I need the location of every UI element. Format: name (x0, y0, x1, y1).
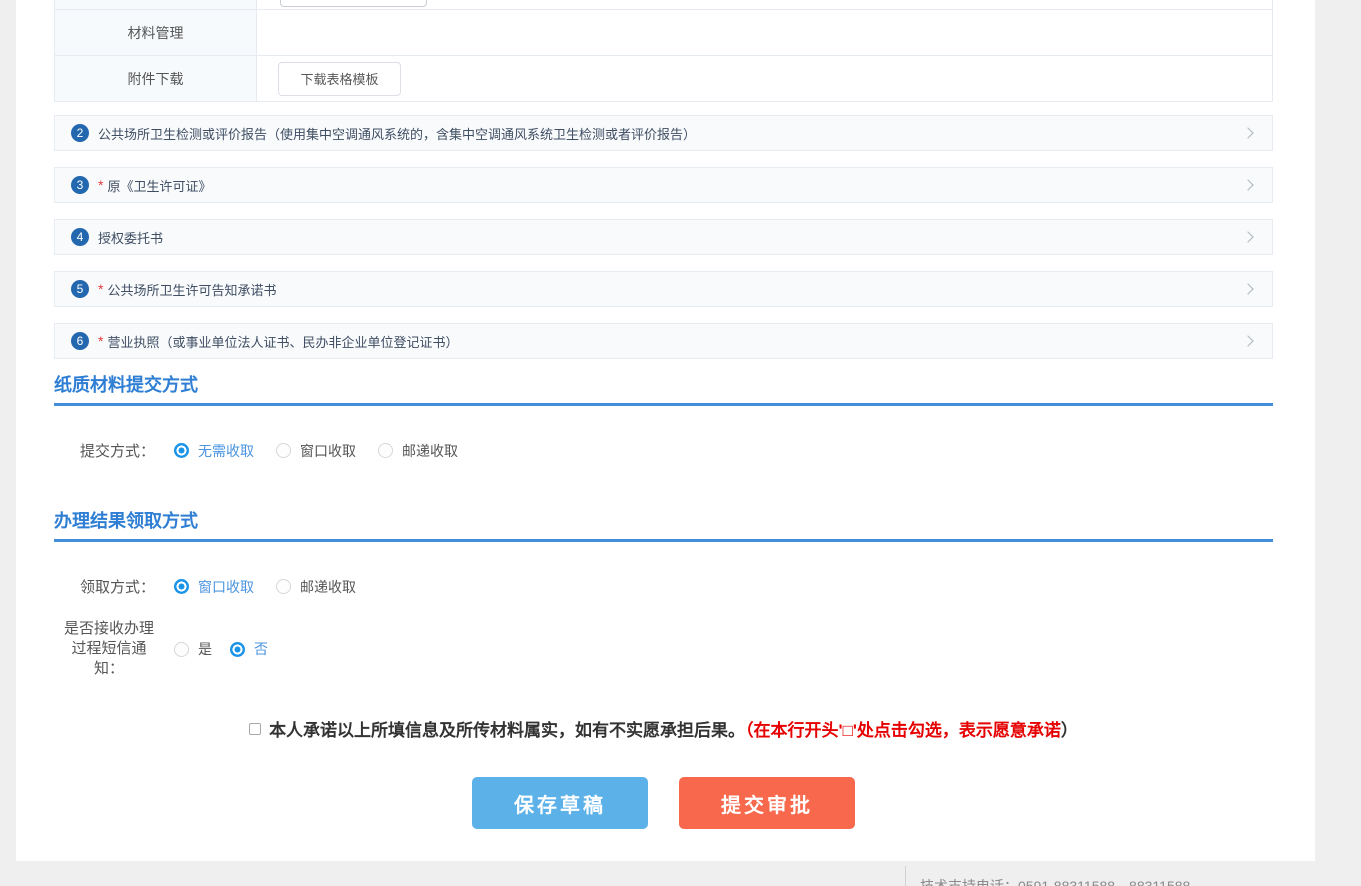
download-template-button[interactable]: 下载表格模板 (278, 62, 401, 96)
radio-option[interactable]: 窗口收取 (174, 577, 254, 597)
accordion-list: 2 公共场所卫生检测或评价报告（使用集中空调通风系统的，含集中空调通风系统卫生检测… (54, 115, 1273, 359)
attachment-download-label: 附件下载 (55, 56, 257, 101)
sms-notify-label: 是否接收办理过程短信通知： (54, 619, 164, 679)
form-content: 材料管理 附件下载 下载表格模板 2 公共场所卫生检测或评价报告（使用集中空调通风… (54, 0, 1273, 829)
item-number-badge: 6 (71, 332, 89, 350)
chevron-right-icon (1242, 283, 1253, 294)
accordion-item[interactable]: 2 公共场所卫生检测或评价报告（使用集中空调通风系统的，含集中空调通风系统卫生检测… (54, 115, 1273, 151)
radio-icon[interactable] (174, 642, 189, 657)
required-asterisk: * (98, 281, 103, 297)
item-number-badge: 5 (71, 280, 89, 298)
radio-option[interactable]: 无需收取 (174, 441, 254, 461)
radio-icon[interactable] (174, 443, 189, 458)
accordion-item[interactable]: 4 授权委托书 (54, 219, 1273, 255)
accordion-item-label: 公共场所卫生检测或评价报告（使用集中空调通风系统的，含集中空调通风系统卫生检测或… (98, 124, 696, 143)
radio-option-label: 是 (198, 639, 212, 659)
radio-icon[interactable] (276, 443, 291, 458)
receive-method-label: 领取方式： (54, 576, 155, 597)
radio-option-label: 否 (254, 639, 268, 659)
accordion-item-label: 原《卫生许可证》 (107, 176, 211, 195)
item-number-badge: 2 (71, 124, 89, 142)
radio-option[interactable]: 窗口收取 (276, 441, 356, 461)
paper-section-title: 纸质材料提交方式 (54, 376, 1273, 395)
form-card: 材料管理 附件下载 下载表格模板 2 公共场所卫生检测或评价报告（使用集中空调通风… (16, 0, 1315, 861)
submit-method-options: 无需收取 窗口收取 邮递收取 (174, 441, 480, 461)
sms-label-line: 知： (54, 659, 164, 679)
accordion-item[interactable]: 5 *公共场所卫生许可告知承诺书 (54, 271, 1273, 307)
sms-options: 是否 (174, 639, 286, 659)
table-row: 附件下载 下载表格模板 (55, 56, 1272, 102)
sms-label-line: 是否接收办理 (54, 619, 164, 639)
save-draft-button[interactable]: 保存草稿 (472, 777, 648, 829)
commitment-checkbox[interactable] (249, 723, 261, 735)
action-buttons: 保存草稿 提交审批 (54, 777, 1273, 829)
commitment-warning: （在本行开头'□'处点击勾选，表示愿意承诺 (745, 721, 1061, 740)
required-asterisk: * (98, 333, 103, 349)
radio-icon[interactable] (230, 642, 245, 657)
chevron-right-icon (1242, 335, 1253, 346)
commitment-closing-paren: ） (1061, 721, 1078, 740)
radio-icon[interactable] (174, 579, 189, 594)
radio-option-label: 邮递收取 (300, 577, 356, 597)
commitment-text: 本人承诺以上所填信息及所传材料属实，如有不实愿承担后果。（在本行开头'□'处点击… (269, 716, 1078, 741)
result-section-header: 办理结果领取方式 (54, 512, 1273, 542)
material-table: 材料管理 附件下载 下载表格模板 (54, 0, 1273, 102)
accordion-item-label: 授权委托书 (98, 228, 163, 247)
required-asterisk: * (98, 177, 103, 193)
item-number-badge: 3 (71, 176, 89, 194)
material-manage-label: 材料管理 (55, 10, 257, 55)
radio-option-label: 窗口收取 (198, 577, 254, 597)
table-value-cell (257, 0, 1272, 9)
sms-notify-row: 是否接收办理过程短信通知： 是否 (54, 619, 1273, 679)
radio-option-label: 邮递收取 (402, 441, 458, 461)
radio-option[interactable]: 邮递收取 (276, 577, 356, 597)
clipped-input[interactable] (280, 0, 427, 7)
commitment-row: 本人承诺以上所填信息及所传材料属实，如有不实愿承担后果。（在本行开头'□'处点击… (54, 716, 1273, 741)
item-number-badge: 4 (71, 228, 89, 246)
radio-option[interactable]: 邮递收取 (378, 441, 458, 461)
accordion-item[interactable]: 3 *原《卫生许可证》 (54, 167, 1273, 203)
radio-icon[interactable] (378, 443, 393, 458)
receive-method-options: 窗口收取 邮递收取 (174, 577, 378, 597)
submit-method-row: 提交方式： 无需收取 窗口收取 邮递收取 (54, 440, 1273, 461)
radio-option[interactable]: 否 (230, 639, 268, 659)
chevron-right-icon (1242, 231, 1253, 242)
footer-divider (905, 866, 906, 886)
sms-label-line: 过程短信通 (54, 639, 164, 659)
accordion-item[interactable]: 6 *营业执照（或事业单位法人证书、民办非企业单位登记证书） (54, 323, 1273, 359)
table-row-clipped (55, 0, 1272, 10)
radio-icon[interactable] (276, 579, 291, 594)
result-section-title: 办理结果领取方式 (54, 512, 1273, 531)
footer-support-text: 技术支持电话：0591-88311588、88311588 (920, 876, 1190, 886)
accordion-item-label: 营业执照（或事业单位法人证书、民办非企业单位登记证书） (107, 332, 458, 351)
attachment-download-value: 下载表格模板 (257, 56, 1272, 101)
radio-option-label: 无需收取 (198, 441, 254, 461)
radio-option-label: 窗口收取 (300, 441, 356, 461)
submit-approval-button[interactable]: 提交审批 (679, 777, 855, 829)
table-row: 材料管理 (55, 10, 1272, 56)
chevron-right-icon (1242, 179, 1253, 190)
chevron-right-icon (1242, 127, 1253, 138)
accordion-item-label: 公共场所卫生许可告知承诺书 (107, 280, 276, 299)
receive-method-row: 领取方式： 窗口收取 邮递收取 (54, 576, 1273, 597)
submit-method-label: 提交方式： (54, 440, 155, 461)
paper-section-header: 纸质材料提交方式 (54, 376, 1273, 406)
table-label-cell (55, 0, 257, 9)
radio-option[interactable]: 是 (174, 639, 212, 659)
material-manage-value (257, 10, 1272, 55)
commitment-statement: 本人承诺以上所填信息及所传材料属实，如有不实愿承担后果。 (269, 721, 745, 740)
